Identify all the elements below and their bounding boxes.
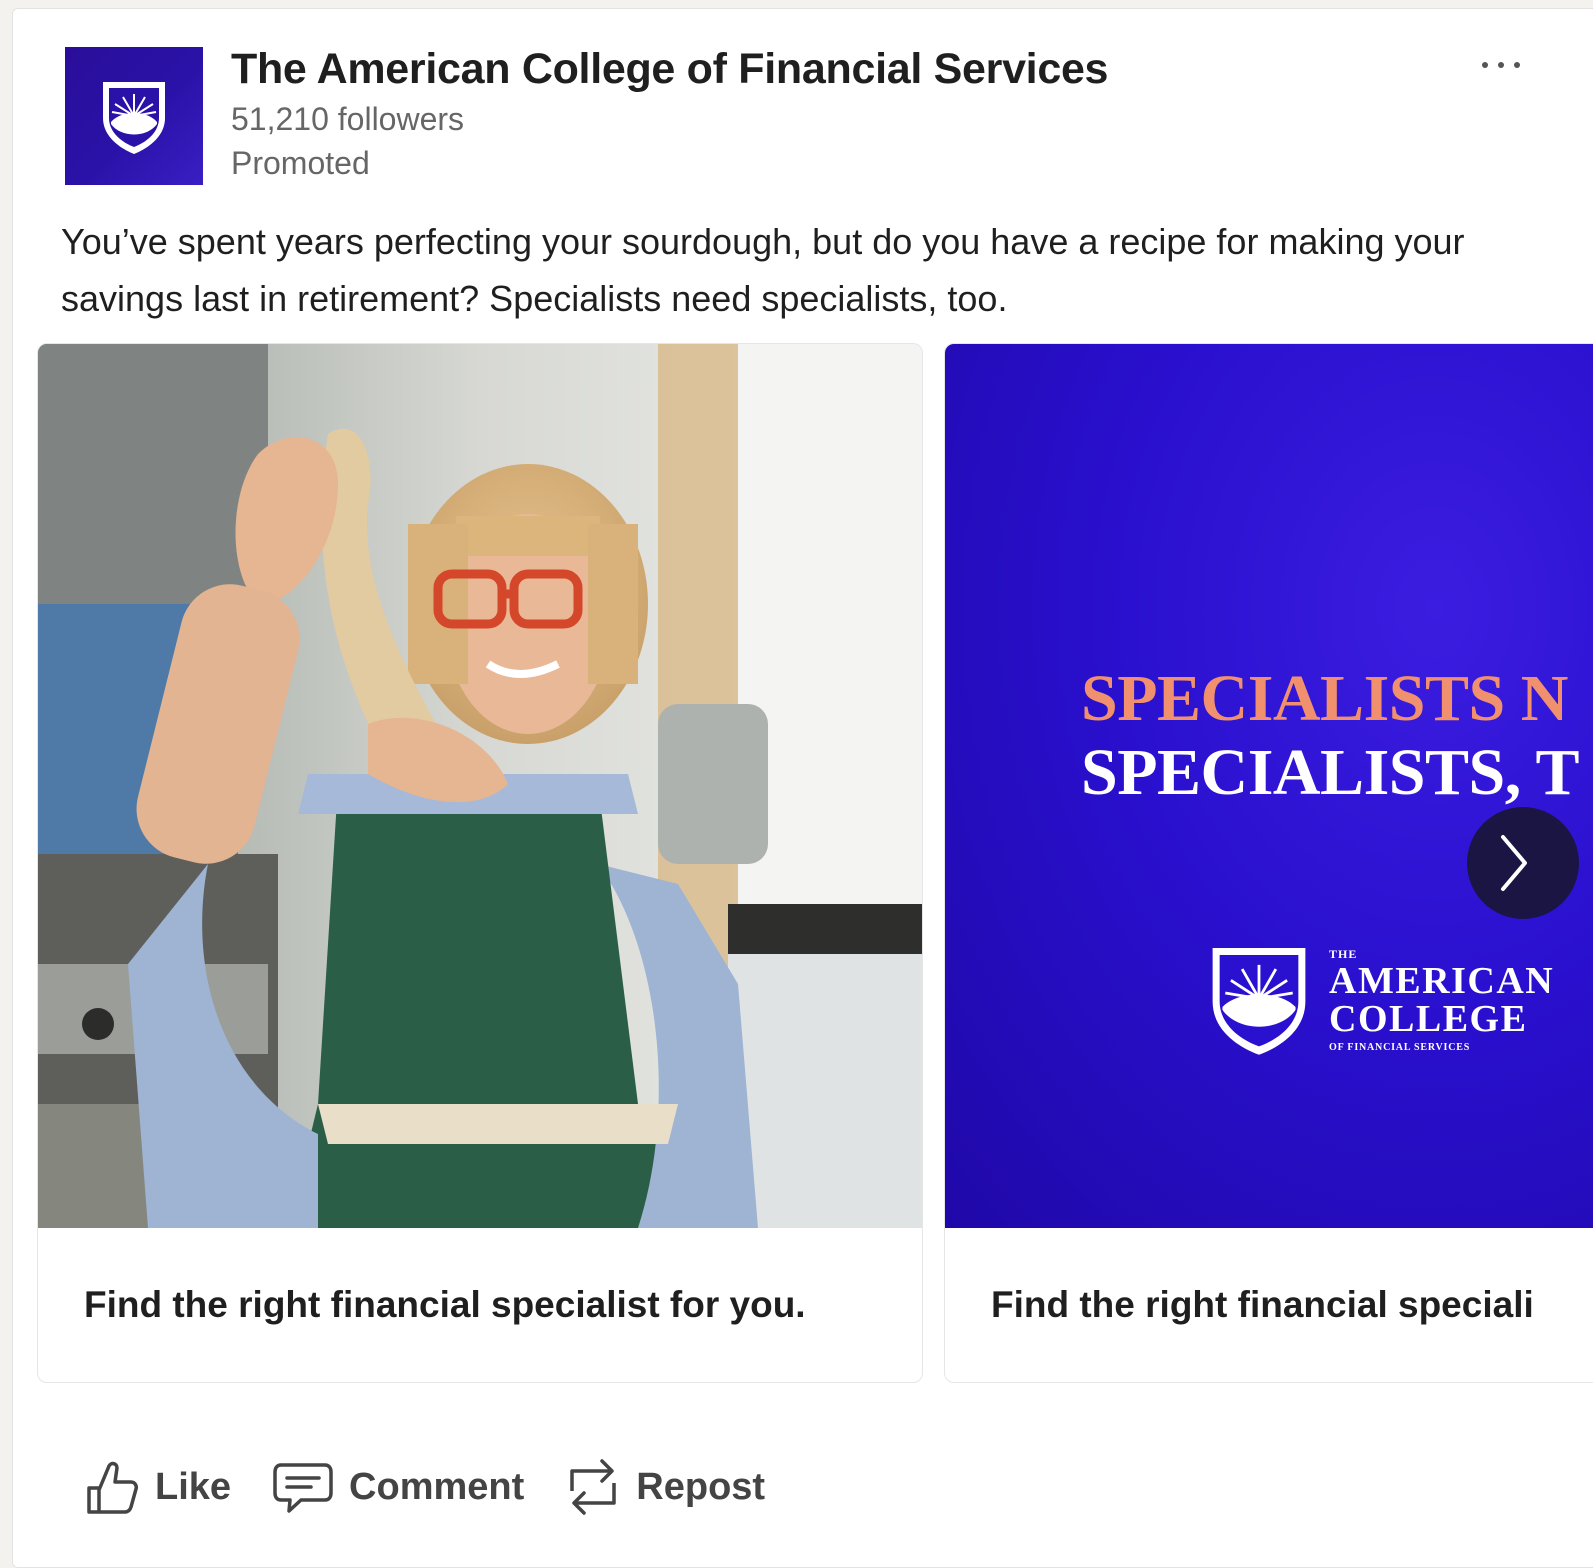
post-body-text: You’ve spent years perfecting your sourd… [61,221,1465,319]
comment-button[interactable]: Comment [271,1459,524,1515]
shield-logo-icon [103,82,165,154]
repost-icon [570,1459,617,1515]
lockup-american: AMERICAN [1329,960,1555,1002]
ad-headline: SPECIALISTS N SPECIALISTS, T [1081,662,1580,810]
lockup-college: COLLEGE [1329,998,1528,1040]
shield-logo-icon [1212,948,1306,1055]
repost-label: Repost [636,1465,766,1508]
thumbs-up-icon [87,1461,138,1514]
woman-kneading-dough-photo [38,344,922,1228]
social-actions-bar: Like Comment Repost [83,1455,765,1519]
card-image-brand[interactable]: SPECIALISTS N SPECIALISTS, T THE AMERICA… [945,344,1593,1228]
like-button[interactable]: Like [83,1458,231,1516]
lockup-subtitle: OF FINANCIAL SERVICES [1329,1042,1471,1053]
repost-button[interactable]: Repost [564,1455,765,1519]
brand-lockup: THE AMERICAN COLLEGE OF FINANCIAL SERVIC… [1207,942,1554,1058]
card-caption[interactable]: Find the right financial specialist for … [84,1284,806,1326]
card-image-photo[interactable] [38,344,922,1228]
chevron-right-icon [1501,835,1527,891]
carousel-next-button[interactable] [1467,807,1579,919]
company-name[interactable]: The American College of Financial Servic… [231,45,1108,94]
promoted-label: Promoted [231,145,370,181]
like-label: Like [155,1465,232,1508]
post-menu-button[interactable] [1465,45,1537,85]
carousel-card-1[interactable]: Find the right financial specialist for … [37,343,923,1383]
company-logo[interactable] [65,47,203,185]
follower-count: 51,210 followers [231,101,465,137]
feed-post: The American College of Financial Servic… [12,8,1593,1568]
lockup-wordmark: THE AMERICAN COLLEGE OF FINANCIAL SERVIC… [1329,947,1554,1053]
headline-line-2: SPECIALISTS, T [1081,736,1580,809]
ellipsis-icon [1482,62,1520,68]
comment-label: Comment [349,1465,525,1508]
comment-icon [273,1463,333,1513]
headline-line-1: SPECIALISTS N [1081,662,1568,735]
card-caption[interactable]: Find the right financial speciali [991,1284,1534,1326]
